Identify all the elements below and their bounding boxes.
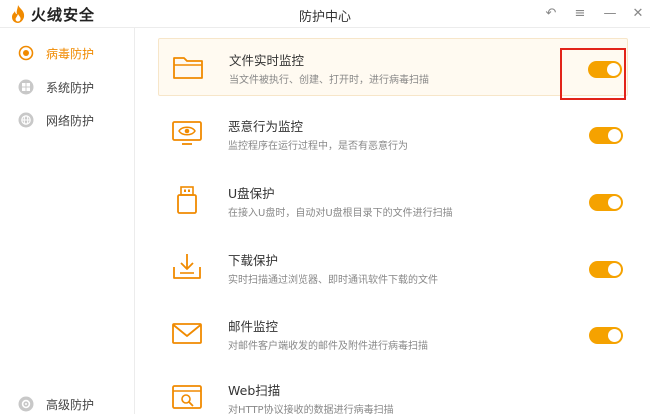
monitor-eye-icon (172, 121, 202, 145)
sidebar-item-label: 系统防护 (46, 80, 95, 95)
web-search-icon (172, 385, 202, 409)
item-title: 下载保护 (228, 253, 279, 268)
item-description: 在接入U盘时，自动对U盘根目录下的文件进行扫描 (228, 208, 453, 219)
windows-icon (18, 79, 34, 95)
close-button[interactable]: ✕ (628, 4, 648, 24)
brand-name: 火绒安全 (31, 5, 96, 24)
item-description: 对HTTP协议接收的数据进行病毒扫描 (228, 405, 394, 414)
toggle-knob (608, 263, 621, 276)
back-button[interactable]: ↶ (541, 4, 561, 24)
item-description: 监控程序在运行过程中，是否有恶意行为 (228, 141, 408, 152)
mail-monitor-toggle[interactable] (589, 327, 623, 344)
sidebar-item-network-protection[interactable]: 网络防护 (18, 109, 94, 131)
target-icon (18, 45, 34, 61)
list-item-behavior-monitor: 恶意行为监控 监控程序在运行过程中，是否有恶意行为 (158, 105, 628, 163)
sidebar-item-advanced-protection[interactable]: 高级防护 (18, 393, 94, 414)
toggle-knob (608, 329, 621, 342)
sidebar-item-label: 病毒防护 (46, 46, 95, 61)
list-item-file-monitor: 文件实时监控 当文件被执行、创建、打开时，进行病毒扫描 (158, 38, 628, 96)
minimize-button[interactable]: — (600, 4, 620, 24)
huorong-logo-icon (12, 5, 25, 23)
download-protection-toggle[interactable] (589, 261, 623, 278)
list-item-web-scan: Web扫描 对HTTP协议接收的数据进行病毒扫描 (158, 369, 628, 414)
toggle-knob (607, 63, 620, 76)
sidebar-item-virus-protection[interactable]: 病毒防护 (18, 42, 94, 64)
item-description: 实时扫描通过浏览器、即时通讯软件下载的文件 (228, 275, 438, 286)
protection-list: 文件实时监控 当文件被执行、创建、打开时，进行病毒扫描 恶意行为监控 监控程序在… (136, 28, 650, 414)
download-icon (173, 254, 201, 279)
item-title: 文件实时监控 (229, 53, 305, 68)
list-item-usb-protection: U盘保护 在接入U盘时，自动对U盘根目录下的文件进行扫描 (158, 172, 628, 230)
folder-icon (173, 57, 203, 79)
usb-protection-toggle[interactable] (589, 194, 623, 211)
brand: 火绒安全 (10, 4, 95, 24)
menu-button[interactable]: ≡ (570, 4, 590, 24)
list-item-mail-monitor: 邮件监控 对邮件客户端收发的邮件及附件进行病毒扫描 (158, 305, 628, 363)
gear-icon (18, 396, 34, 412)
item-description: 对邮件客户端收发的邮件及附件进行病毒扫描 (228, 341, 428, 352)
sidebar-item-label: 网络防护 (46, 113, 95, 128)
sidebar: 病毒防护 系统防护 网络防护 高级防护 (0, 28, 135, 414)
sidebar-item-label: 高级防护 (46, 397, 95, 412)
item-title: 邮件监控 (228, 319, 279, 334)
item-description: 当文件被执行、创建、打开时，进行病毒扫描 (229, 75, 429, 86)
title-bar: 火绒安全 防护中心 ↶ ≡ — ✕ (0, 0, 650, 28)
sidebar-item-system-protection[interactable]: 系统防护 (18, 76, 94, 98)
globe-icon (18, 112, 34, 128)
item-title: 恶意行为监控 (228, 119, 304, 134)
list-item-download-protection: 下载保护 实时扫描通过浏览器、即时通讯软件下载的文件 (158, 239, 628, 297)
toggle-knob (608, 129, 621, 142)
mail-icon (172, 323, 202, 344)
item-title: U盘保护 (228, 186, 275, 201)
item-title: Web扫描 (228, 383, 281, 398)
file-monitor-toggle[interactable] (588, 61, 622, 78)
usb-icon (177, 186, 197, 214)
toggle-knob (608, 196, 621, 209)
behavior-monitor-toggle[interactable] (589, 127, 623, 144)
